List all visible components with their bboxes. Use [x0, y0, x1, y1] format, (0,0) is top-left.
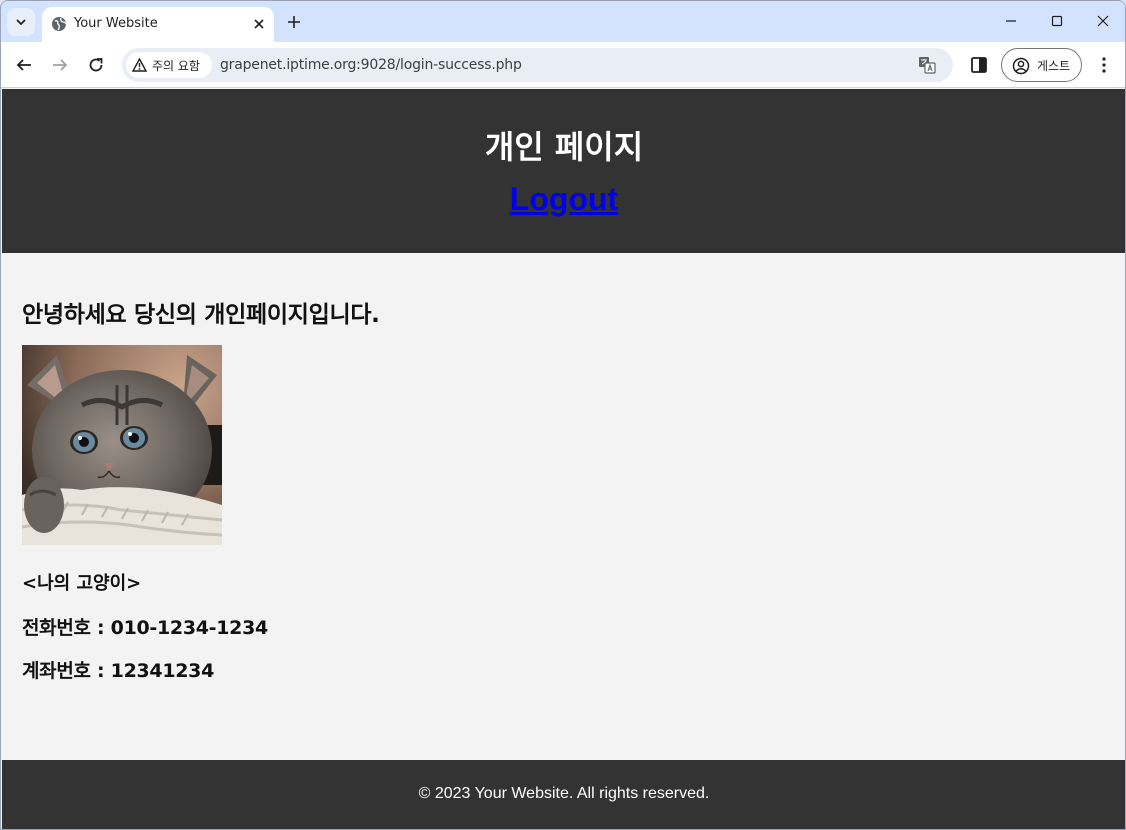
profile-label: 게스트 [1037, 59, 1071, 73]
close-window-icon[interactable] [1093, 11, 1113, 31]
active-tab[interactable]: Your Website [42, 7, 274, 42]
page-title: 개인 페이지 [484, 128, 644, 166]
tab-search-button[interactable] [7, 8, 35, 36]
tab-strip: Your Website [1, 1, 1125, 42]
more-menu-icon[interactable] [1093, 54, 1115, 76]
browser-toolbar: 주의 요함 grapenet.iptime.org:9028/login-suc… [1, 42, 1125, 88]
site-header: 개인 페이지 Logout [2, 89, 1125, 253]
minimize-icon[interactable] [1001, 11, 1021, 31]
site-footer: © 2023 Your Website. All rights reserved… [2, 760, 1125, 829]
logout-link[interactable]: Logout [2, 181, 1125, 218]
page-content: 개인 페이지 Logout 안녕하세요 당신의 개인페이지입니다. <나의 고양… [2, 89, 1125, 829]
globe-icon [52, 17, 67, 31]
security-label: 주의 요함 [152, 59, 200, 73]
browser-window: Your Website 주의 요함 grapenet.iptime.org:9… [0, 0, 1126, 830]
translate-icon[interactable] [918, 56, 936, 74]
cat-photo [22, 345, 222, 545]
security-chip[interactable]: 주의 요함 [126, 52, 212, 78]
kitten-image [22, 345, 222, 545]
greeting-heading: 안녕하세요 당신의 개인페이지입니다. [22, 302, 380, 328]
warning-icon [132, 58, 147, 72]
close-tab-icon[interactable] [249, 14, 269, 34]
maximize-icon[interactable] [1047, 11, 1067, 31]
chevron-down-icon [16, 19, 26, 26]
footer-copyright: © 2023 Your Website. All rights reserved… [418, 785, 710, 802]
reload-icon[interactable] [85, 54, 107, 76]
url-text[interactable]: grapenet.iptime.org:9028/login-success.p… [220, 57, 522, 73]
back-arrow-icon[interactable] [13, 54, 35, 76]
phone-number-line: 전화번호 : 010-1234-1234 [22, 617, 268, 639]
tab-title: Your Website [74, 16, 158, 31]
profile-button[interactable]: 게스트 [1001, 48, 1082, 82]
avatar-icon [1012, 57, 1030, 75]
account-number-line: 계좌번호 : 12341234 [22, 660, 215, 682]
side-panel-icon[interactable] [968, 54, 990, 76]
forward-arrow-icon[interactable] [49, 54, 71, 76]
photo-caption: <나의 고양이> [22, 573, 142, 594]
address-bar[interactable]: 주의 요함 grapenet.iptime.org:9028/login-suc… [122, 48, 953, 82]
new-tab-icon[interactable] [284, 12, 304, 32]
